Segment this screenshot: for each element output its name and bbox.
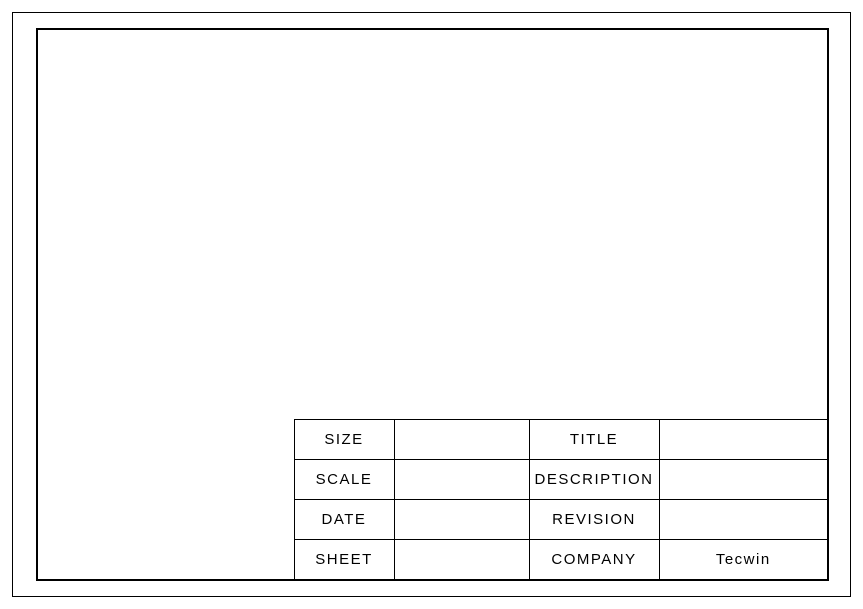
description-value [659,459,827,499]
size-value [394,419,529,459]
title-block: SIZE TITLE SCALE DESCRIPTION DATE REVISI… [294,419,828,580]
drawing-frame: SIZE TITLE SCALE DESCRIPTION DATE REVISI… [36,28,829,581]
title-block-row: SCALE DESCRIPTION [294,459,827,499]
scale-label: SCALE [294,459,394,499]
company-value: Tecwin [659,539,827,579]
title-value [659,419,827,459]
title-block-row: SHEET COMPANY Tecwin [294,539,827,579]
sheet-label: SHEET [294,539,394,579]
sheet-value [394,539,529,579]
date-label: DATE [294,499,394,539]
description-label: DESCRIPTION [529,459,659,499]
size-label: SIZE [294,419,394,459]
date-value [394,499,529,539]
title-label: TITLE [529,419,659,459]
company-label: COMPANY [529,539,659,579]
revision-value [659,499,827,539]
title-block-row: SIZE TITLE [294,419,827,459]
revision-label: REVISION [529,499,659,539]
scale-value [394,459,529,499]
title-block-row: DATE REVISION [294,499,827,539]
